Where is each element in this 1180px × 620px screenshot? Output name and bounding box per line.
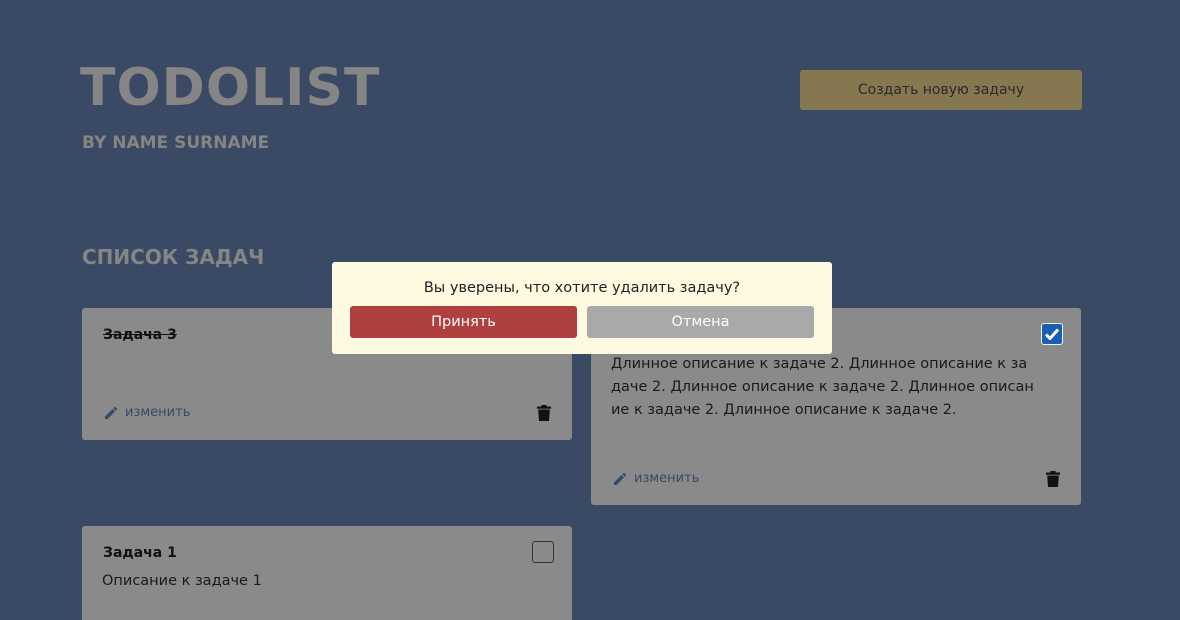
task-description: Описание к задаче 1 xyxy=(102,573,262,589)
task-list-title: СПИСОК ЗАДАЧ xyxy=(82,245,265,269)
task-description-line: Длинное описание к задаче 2. Длинное опи… xyxy=(611,356,1028,372)
task-description-line: даче 2. Длинное описание к задаче 2. Дли… xyxy=(611,379,1034,395)
cancel-button[interactable]: Отмена xyxy=(587,306,814,338)
task-card: Задача 1 Описание к задаче 1 xyxy=(82,526,572,620)
delete-confirm-dialog: Вы уверены, что хотите удалить задачу? П… xyxy=(332,262,832,354)
edit-label: изменить xyxy=(125,405,191,420)
task-title: Задача 3 xyxy=(103,327,177,343)
task-title: Задача 1 xyxy=(103,545,177,561)
trash-icon[interactable] xyxy=(1046,471,1060,487)
task-checkbox[interactable] xyxy=(532,541,554,563)
edit-task-link[interactable]: изменить xyxy=(104,405,190,420)
task-description: Длинное описание к задаче 2. Длинное опи… xyxy=(611,353,1051,422)
edit-task-link[interactable]: изменить xyxy=(613,471,699,486)
pencil-icon xyxy=(614,472,627,485)
app-title: TODOLIST xyxy=(80,58,381,118)
pencil-icon xyxy=(105,406,118,419)
accept-button[interactable]: Принять xyxy=(350,306,577,338)
edit-label: изменить xyxy=(634,471,700,486)
create-task-button[interactable]: Создать новую задачу xyxy=(800,70,1082,110)
check-icon xyxy=(1045,328,1059,340)
trash-icon[interactable] xyxy=(537,405,551,421)
dialog-message: Вы уверены, что хотите удалить задачу? xyxy=(423,280,741,296)
task-description-line: ие к задаче 2. Длинное описание к задаче… xyxy=(611,402,957,418)
task-checkbox[interactable] xyxy=(1041,323,1063,345)
app-subtitle: BY NAME SURNAME xyxy=(82,133,270,153)
